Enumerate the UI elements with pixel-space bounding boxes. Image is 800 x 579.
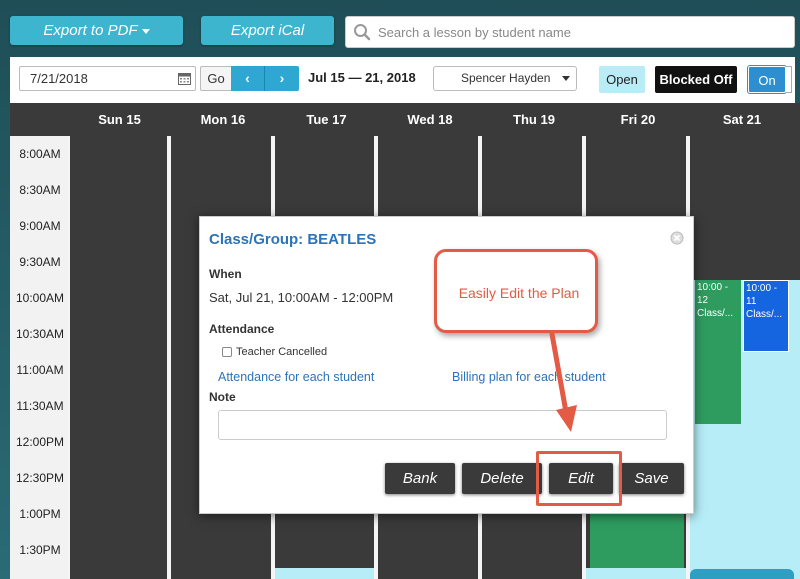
top-bar: Export to PDF Export iCal bbox=[0, 0, 800, 56]
calendar-event-class-blue[interactable]: 10:00 - 11 Class/... bbox=[743, 280, 789, 352]
caret-down-icon bbox=[562, 76, 570, 81]
time-label: 12:30PM bbox=[15, 471, 65, 485]
chevron-left-icon: ‹ bbox=[245, 70, 250, 86]
dialog-title: Class/Group: BEATLES bbox=[209, 231, 377, 248]
close-icon[interactable] bbox=[670, 231, 684, 245]
date-field[interactable]: 7/21/2018 bbox=[19, 66, 196, 91]
day-header-wed: Wed 18 bbox=[407, 112, 453, 127]
time-label: 10:00AM bbox=[15, 291, 65, 305]
event-time: 10:00 - 12 bbox=[697, 282, 729, 306]
day-header-fri: Fri 20 bbox=[620, 112, 656, 127]
date-value: 7/21/2018 bbox=[30, 71, 88, 86]
time-label: 1:30PM bbox=[19, 543, 61, 557]
export-pdf-button[interactable]: Export to PDF bbox=[10, 16, 183, 45]
on-toggle[interactable]: On bbox=[747, 65, 787, 94]
calendar-icon[interactable] bbox=[178, 72, 191, 85]
callout-box: Easily Edit the Plan bbox=[434, 249, 598, 333]
day-header-sat: Sat 21 bbox=[722, 112, 762, 127]
calendar-event-open-slot[interactable] bbox=[275, 568, 374, 579]
caret-down-icon bbox=[141, 28, 150, 34]
calendar-event-class-beatles[interactable]: 10:00 - 12 Class/... bbox=[695, 280, 741, 424]
event-title: Class/... bbox=[697, 308, 734, 319]
day-header-tue: Tue 17 bbox=[306, 112, 347, 127]
teacher-selected-value: Spencer Hayden bbox=[461, 71, 551, 85]
attendance-link[interactable]: Attendance for each student bbox=[218, 370, 374, 384]
calendar-event-green[interactable] bbox=[590, 514, 684, 568]
save-button[interactable]: Save bbox=[619, 463, 684, 494]
toggle-edge bbox=[786, 66, 792, 93]
note-label: Note bbox=[209, 390, 236, 404]
day-header-thu: Thu 19 bbox=[513, 112, 555, 127]
day-column-sat[interactable]: 10:00 - 12 Class/... 10:00 - 11 Class/..… bbox=[690, 136, 800, 579]
day-header-mon: Mon 16 bbox=[200, 112, 246, 127]
delete-button[interactable]: Delete bbox=[462, 463, 542, 494]
day-header-sun: Sun 15 bbox=[98, 112, 141, 127]
legend-blocked-off[interactable]: Blocked Off bbox=[655, 66, 737, 93]
time-label: 12:00PM bbox=[15, 435, 65, 449]
when-label: When bbox=[209, 267, 242, 281]
day-header-row: Sun 15 Mon 16 Tue 17 Wed 18 Thu 19 Fri 2… bbox=[10, 103, 800, 136]
bank-button[interactable]: Bank bbox=[385, 463, 455, 494]
export-pdf-label: Export to PDF bbox=[43, 22, 138, 39]
teacher-cancelled-label: Teacher Cancelled bbox=[236, 346, 328, 358]
next-week-button[interactable]: › bbox=[265, 66, 299, 91]
export-ical-label: Export iCal bbox=[230, 22, 305, 39]
search-box bbox=[345, 16, 795, 48]
sat-bottom-tab[interactable] bbox=[690, 569, 794, 579]
event-time: 10:00 - 11 bbox=[746, 283, 778, 307]
calendar-event-open-slot[interactable] bbox=[586, 568, 686, 579]
note-input[interactable] bbox=[218, 410, 667, 440]
chevron-right-icon: › bbox=[279, 70, 285, 86]
go-button[interactable]: Go bbox=[200, 66, 232, 91]
day-column-sun[interactable] bbox=[70, 136, 167, 579]
time-label: 11:00AM bbox=[16, 363, 64, 377]
search-icon bbox=[354, 24, 371, 41]
edit-button-highlight bbox=[536, 451, 622, 506]
event-title: Class/... bbox=[746, 309, 783, 320]
sat-blocked-area bbox=[690, 136, 800, 280]
when-value: Sat, Jul 21, 10:00AM - 12:00PM bbox=[209, 290, 394, 305]
prev-week-button[interactable]: ‹ bbox=[231, 66, 265, 91]
time-label: 8:30AM bbox=[19, 183, 61, 197]
time-column: 8:00AM 8:30AM 9:00AM 9:30AM 10:00AM 10:3… bbox=[10, 136, 68, 579]
time-label: 11:30AM bbox=[16, 399, 64, 413]
teacher-cancelled-checkbox[interactable] bbox=[222, 347, 232, 357]
callout-text: Easily Edit the Plan bbox=[458, 285, 580, 301]
date-range-label: Jul 15 — 21, 2018 bbox=[308, 70, 416, 85]
teacher-select[interactable]: Spencer Hayden bbox=[433, 66, 577, 91]
time-label: 10:30AM bbox=[15, 327, 65, 341]
export-ical-button[interactable]: Export iCal bbox=[201, 16, 334, 45]
legend-open[interactable]: Open bbox=[599, 66, 645, 93]
time-label: 1:00PM bbox=[19, 507, 61, 521]
search-input[interactable] bbox=[378, 17, 788, 47]
attendance-label: Attendance bbox=[209, 322, 275, 336]
calendar-toolbar: 7/21/2018 Go ‹ › Jul 15 — 21, 2018 Spenc… bbox=[10, 57, 795, 103]
time-label: 9:30AM bbox=[19, 255, 61, 269]
billing-plan-link[interactable]: Billing plan for each student bbox=[452, 370, 606, 384]
time-label: 8:00AM bbox=[19, 147, 61, 161]
time-label: 9:00AM bbox=[19, 219, 61, 233]
